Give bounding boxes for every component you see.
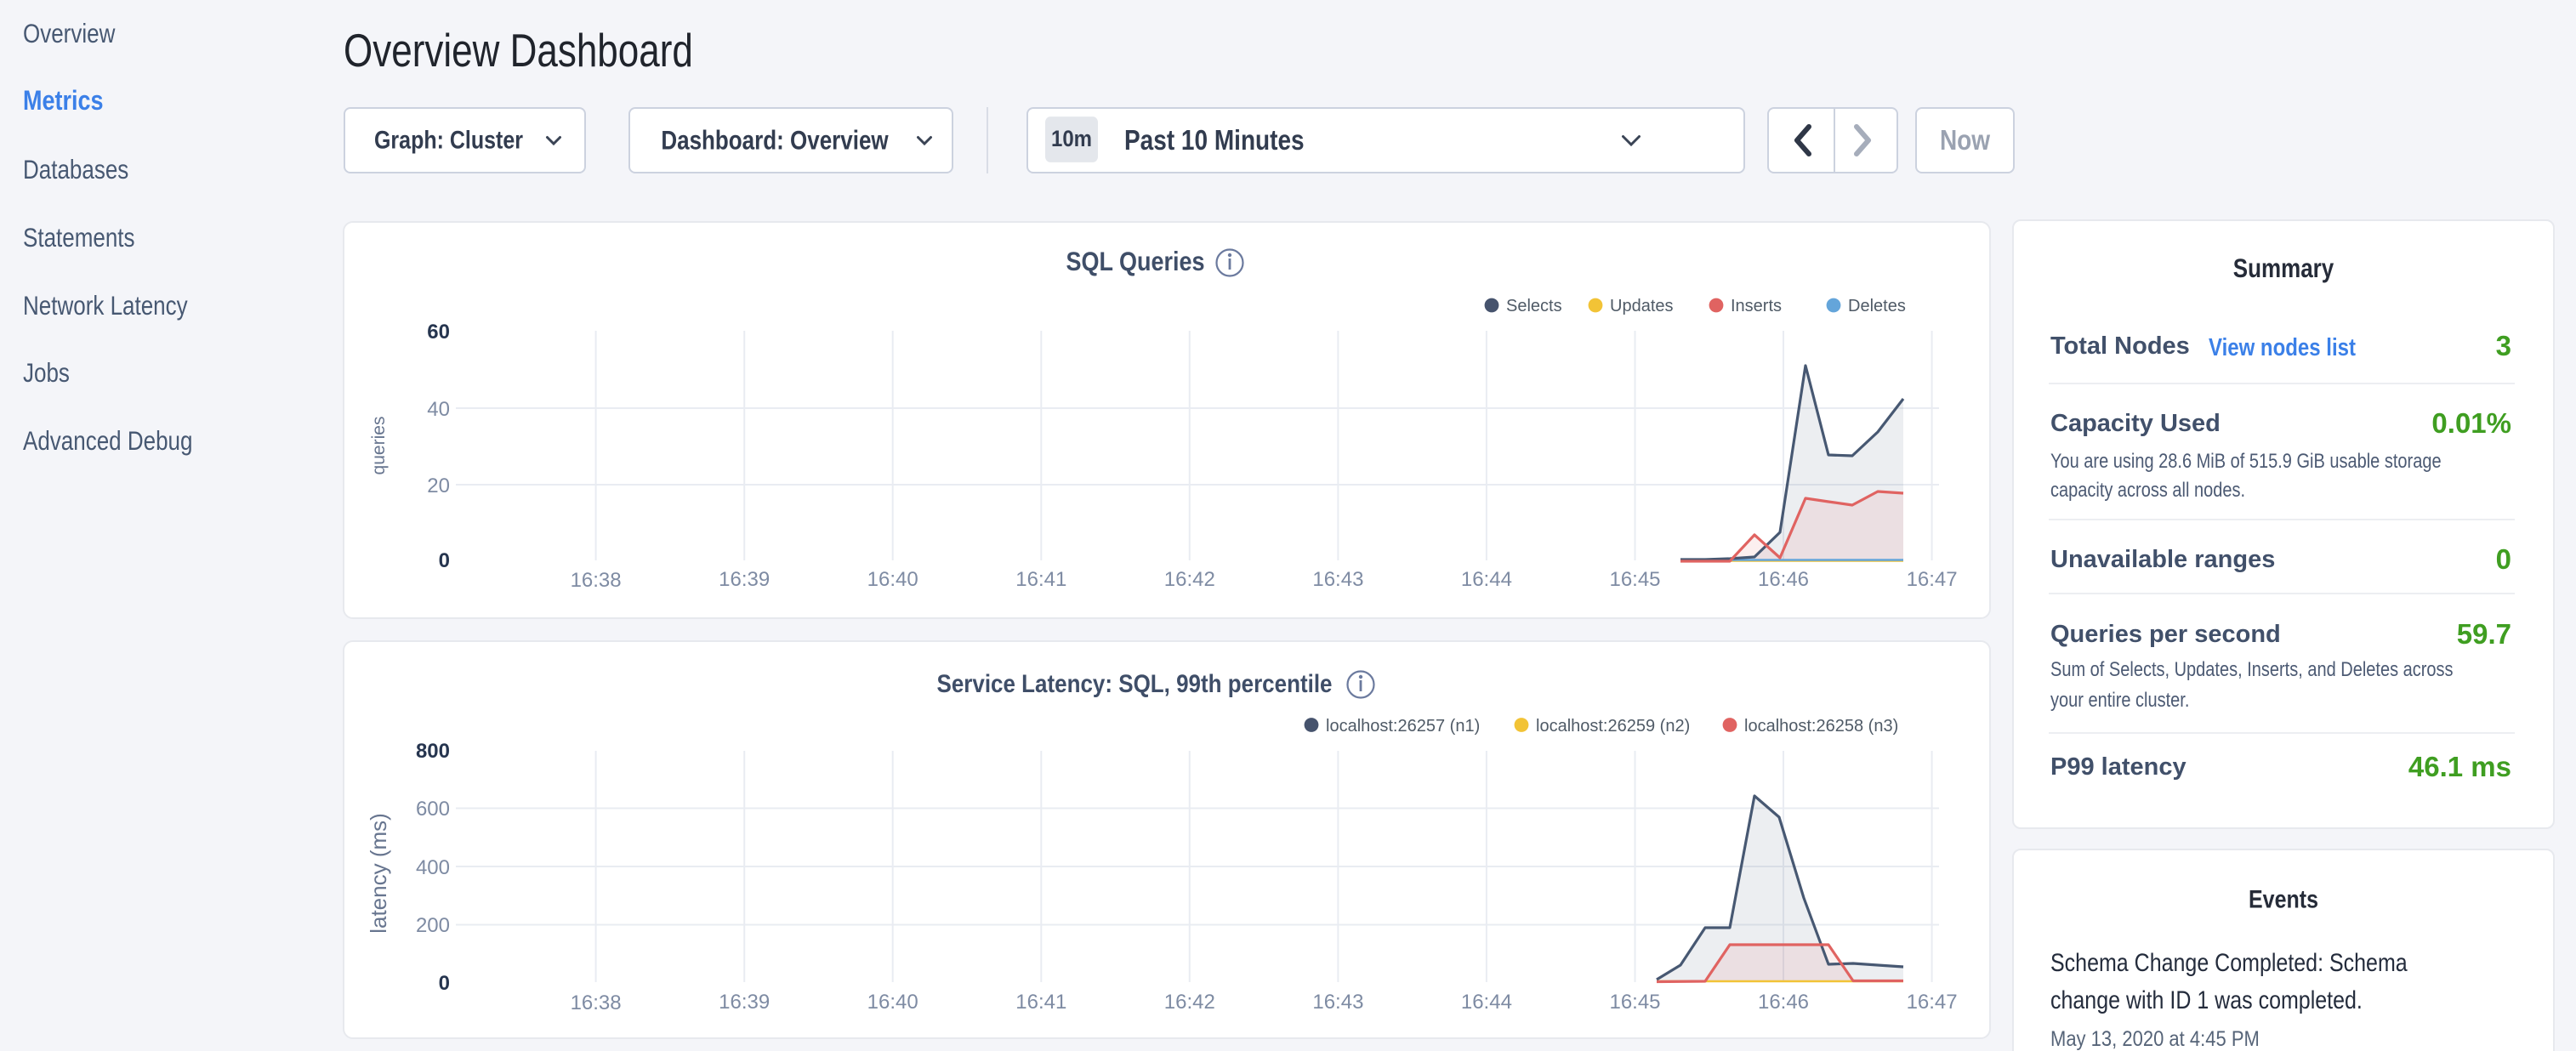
svg-text:16:42: 16:42 <box>1164 568 1215 591</box>
svg-text:16:47: 16:47 <box>1907 991 1958 1014</box>
svg-text:40: 40 <box>427 398 450 421</box>
svg-text:16:41: 16:41 <box>1015 991 1066 1014</box>
svg-text:0: 0 <box>439 972 450 995</box>
svg-text:16:38: 16:38 <box>571 991 622 1014</box>
svg-text:Selects: Selects <box>1506 297 1562 315</box>
svg-text:16:44: 16:44 <box>1461 991 1512 1014</box>
svg-text:localhost:26258 (n3): localhost:26258 (n3) <box>1744 717 1898 736</box>
svg-text:localhost:26259 (n2): localhost:26259 (n2) <box>1536 717 1690 736</box>
svg-text:queries: queries <box>369 417 389 475</box>
svg-text:16:47: 16:47 <box>1907 568 1958 591</box>
svg-text:200: 200 <box>416 914 450 937</box>
svg-text:16:39: 16:39 <box>719 568 770 591</box>
svg-text:SQL Queries: SQL Queries <box>1066 247 1205 276</box>
svg-text:16:43: 16:43 <box>1312 568 1363 591</box>
svg-text:Service Latency: SQL, 99th per: Service Latency: SQL, 99th percentile <box>936 669 1332 697</box>
svg-text:60: 60 <box>427 321 450 344</box>
svg-text:16:45: 16:45 <box>1609 991 1660 1014</box>
svg-text:16:42: 16:42 <box>1164 991 1215 1014</box>
svg-text:600: 600 <box>416 798 450 821</box>
svg-text:16:45: 16:45 <box>1609 568 1660 591</box>
svg-text:16:40: 16:40 <box>867 568 918 591</box>
svg-text:16:40: 16:40 <box>867 991 918 1014</box>
svg-text:16:38: 16:38 <box>571 569 622 592</box>
svg-text:800: 800 <box>416 740 450 763</box>
svg-text:16:46: 16:46 <box>1758 991 1809 1014</box>
svg-text:Deletes: Deletes <box>1848 297 1906 315</box>
svg-text:16:44: 16:44 <box>1461 568 1512 591</box>
svg-text:20: 20 <box>427 474 450 497</box>
svg-text:16:43: 16:43 <box>1312 991 1363 1014</box>
svg-text:latency (ms): latency (ms) <box>366 813 391 934</box>
svg-text:Updates: Updates <box>1610 297 1674 315</box>
svg-text:localhost:26257 (n1): localhost:26257 (n1) <box>1326 717 1480 736</box>
svg-text:16:41: 16:41 <box>1015 568 1066 591</box>
svg-text:16:39: 16:39 <box>719 991 770 1014</box>
svg-text:400: 400 <box>416 856 450 879</box>
svg-text:Inserts: Inserts <box>1731 297 1782 315</box>
svg-text:0: 0 <box>439 549 450 572</box>
svg-text:16:46: 16:46 <box>1758 568 1809 591</box>
